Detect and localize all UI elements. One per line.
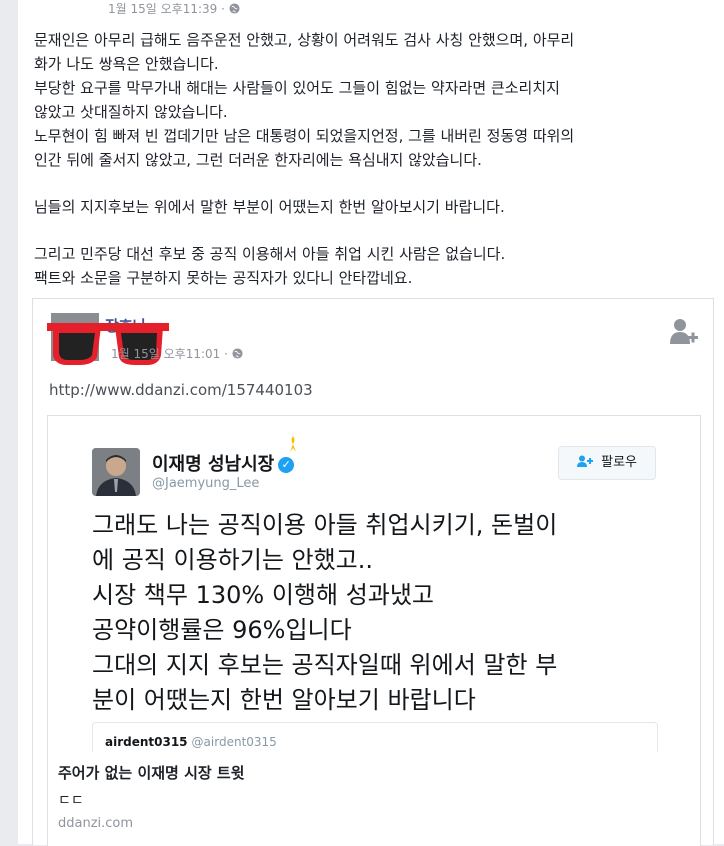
tweet-line: 분이 어땠는지 한번 알아보기 바랍니다	[92, 686, 476, 714]
tweet-author-name: 이재명 성남시장	[152, 454, 275, 475]
link-caption: 주어가 없는 이재명 시장 트윗 ㄷㄷ ddanzi.com	[48, 752, 700, 846]
link-preview-card[interactable]: 이재명 성남시장 ✓ @Jaemyung_Lee 팔로우 그래도 나는 공직이용 …	[47, 415, 701, 846]
follow-label: 팔로우	[601, 455, 638, 470]
tweet-line: 공약이행률은 96%입니다	[92, 616, 352, 644]
post-timestamp-text: 1월 15일 오후11:39 ·	[108, 2, 229, 16]
tweet-text: 그래도 나는 공직이용 아들 취업시키기, 돈벌이 에 공직 이용하기는 안했고…	[92, 508, 682, 718]
follow-person-icon	[576, 455, 597, 470]
quoted-user-handle: @airdent0315	[191, 735, 277, 749]
shared-link[interactable]: http://www.ddanzi.com/157440103	[49, 381, 313, 399]
link-domain: ddanzi.com	[58, 816, 134, 831]
tweet-author: 이재명 성남시장 ✓	[152, 450, 295, 476]
post-line: 님들의 지지후보는 위에서 말한 부분이 어땠는지 한번 알아보시기 바랍니다.	[34, 198, 505, 216]
post-line: 노무현이 힘 빠져 빈 껍데기만 남은 대통령이 되었을지언정, 그를 내버린 …	[34, 127, 575, 145]
shared-post: 장효나 1월 15일 오후11:01 · http://www.ddanzi.c…	[32, 298, 714, 846]
globe-icon	[232, 347, 243, 361]
tweet-line: 시장 책무 130% 이행해 성과냈고	[92, 581, 435, 609]
post-line: 않았고 삿대질하지 않았습니다.	[34, 103, 228, 121]
tweet-line: 에 공직 이용하기는 안했고..	[92, 546, 374, 574]
post-line: 그리고 민주당 대선 후보 중 공직 이용해서 아들 취업 시킨 사람은 없습니…	[34, 245, 506, 263]
post-line: 부당한 요구를 막무가내 해대는 사람들이 있어도 그들이 힘없는 약자라면 큰…	[34, 79, 560, 97]
follow-button: 팔로우	[558, 446, 656, 480]
facebook-post: 1월 15일 오후11:39 · 문재인은 아무리 급해도 음주운전 안했고, …	[18, 0, 724, 846]
globe-icon	[229, 2, 240, 16]
quoted-user-name: airdent0315	[105, 735, 188, 749]
tweet-line: 그대의 지지 후보는 공직자일때 위에서 말한 부	[92, 651, 558, 679]
link-description: ㄷㄷ	[58, 793, 84, 809]
tweet-image: 이재명 성남시장 ✓ @Jaemyung_Lee 팔로우 그래도 나는 공직이용 …	[48, 416, 700, 752]
post-timestamp[interactable]: 1월 15일 오후11:39 ·	[108, 0, 240, 17]
post-line: 화가 나도 쌍욕은 안했습니다.	[34, 55, 219, 73]
quoted-user: airdent0315 @airdent0315	[105, 735, 277, 749]
quoted-tweet: airdent0315 @airdent0315	[92, 722, 658, 752]
shared-meta[interactable]: 1월 15일 오후11:01 ·	[111, 345, 243, 362]
add-friend-icon[interactable]	[669, 317, 701, 349]
post-line: 인간 뒤에 줄서지 않았고, 그런 더러운 한자리에는 욕심내지 않았습니다.	[34, 151, 482, 169]
shared-timestamp: 1월 15일 오후11:01 ·	[111, 347, 232, 361]
tweet-avatar	[92, 448, 140, 496]
tweet-line: 그래도 나는 공직이용 아들 취업시키기, 돈벌이	[92, 511, 558, 539]
tweet-handle: @Jaemyung_Lee	[152, 476, 260, 491]
post-body: 문재인은 아무리 급해도 음주운전 안했고, 상황이 어려워도 검사 사칭 안했…	[34, 28, 714, 290]
post-line: 문재인은 아무리 급해도 음주운전 안했고, 상황이 어려워도 검사 사칭 안했…	[34, 31, 575, 49]
post-line: 팩트와 소문을 구분하지 못하는 공직자가 있다니 안타깝네요.	[34, 269, 413, 287]
yellow-ribbon-icon	[290, 436, 296, 452]
link-title: 주어가 없는 이재명 시장 트윗	[58, 764, 245, 782]
verified-badge-icon: ✓	[278, 457, 295, 473]
